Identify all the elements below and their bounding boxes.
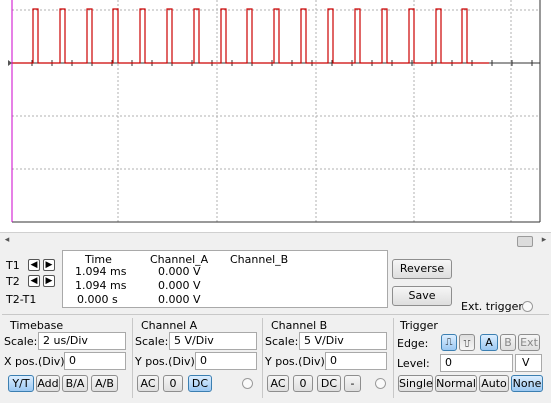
channel-b-title: Channel B — [271, 319, 328, 332]
trigger-auto-button[interactable]: Auto — [479, 375, 509, 392]
scope-graticule — [8, 0, 541, 223]
channel-a-zero-button[interactable]: 0 — [163, 375, 183, 392]
timebase-xpos-label: X pos.(Div): — [4, 355, 69, 368]
rising-edge-icon[interactable]: ⎍ — [441, 334, 457, 351]
channel-b-dc-button[interactable]: DC — [317, 375, 341, 392]
channel-b-scale-label: Scale: — [265, 335, 299, 348]
channel-b-minus-button[interactable]: - — [344, 375, 361, 392]
separator — [132, 318, 133, 398]
channel-b-scale-field[interactable]: 5 V/Div — [299, 332, 387, 350]
mode-yt-button[interactable]: Y/T — [8, 375, 34, 392]
channel-a-ac-button[interactable]: AC — [137, 375, 159, 392]
t1-right-arrow-icon[interactable]: ▶ — [43, 259, 55, 271]
oscilloscope-screen — [0, 0, 551, 232]
channel-b-radio[interactable] — [375, 378, 386, 389]
mode-a-over-b-button[interactable]: A/B — [91, 375, 118, 392]
t2-label: T2 — [6, 275, 20, 288]
trigger-source-a-button[interactable]: A — [480, 334, 498, 351]
scroll-thumb[interactable] — [517, 236, 533, 247]
panel-divider — [2, 314, 549, 315]
channel-b-ac-button[interactable]: AC — [267, 375, 289, 392]
ext-trigger-radio[interactable] — [522, 301, 533, 312]
t1-left-arrow-icon[interactable]: ◀ — [28, 259, 40, 271]
t2-right-arrow-icon[interactable]: ▶ — [43, 275, 55, 287]
scroll-left-icon[interactable]: ◂ — [2, 236, 12, 245]
timebase-title: Timebase — [10, 319, 64, 332]
t2-t1-time: 0.000 s — [77, 293, 118, 306]
t2-channel-a: 0.000 V — [158, 279, 201, 292]
timebase-scale-field[interactable]: 2 us/Div — [38, 332, 126, 350]
trigger-source-ext-button[interactable]: Ext — [518, 334, 540, 351]
separator — [393, 318, 394, 398]
t2-t1-label: T2-T1 — [6, 293, 37, 306]
trigger-level-field[interactable]: 0 — [440, 354, 513, 372]
t2-t1-channel-a: 0.000 V — [158, 293, 201, 306]
channel-b-ypos-field[interactable]: 0 — [325, 352, 387, 370]
trigger-none-button[interactable]: None — [511, 375, 543, 392]
channel-a-ypos-field[interactable]: 0 — [195, 352, 257, 370]
trigger-single-button[interactable]: Single — [398, 375, 433, 392]
channel-a-radio[interactable] — [242, 378, 253, 389]
separator — [262, 318, 263, 398]
channel-a-ypos-label: Y pos.(Div): — [135, 355, 199, 368]
t1-time: 1.094 ms — [75, 265, 127, 278]
channel-a-scale-field[interactable]: 5 V/Div — [169, 332, 257, 350]
mode-add-button[interactable]: Add — [36, 375, 60, 392]
cursor-readout-table: Time Channel_A Channel_B 1.094 ms 0.000 … — [62, 250, 388, 308]
horizontal-scrollbar[interactable]: ◂ ▸ — [0, 232, 551, 248]
trigger-normal-button[interactable]: Normal — [435, 375, 477, 392]
t2-left-arrow-icon[interactable]: ◀ — [28, 275, 40, 287]
save-button[interactable]: Save — [392, 286, 452, 306]
trigger-source-b-button[interactable]: B — [500, 334, 516, 351]
channel-b-ypos-label: Y pos.(Div): — [265, 355, 329, 368]
channel-a-trace — [12, 8, 489, 64]
trigger-title: Trigger — [400, 319, 438, 332]
t1-channel-a: 0.000 V — [158, 265, 201, 278]
timebase-scale-label: Scale: — [4, 335, 38, 348]
reverse-button[interactable]: Reverse — [392, 259, 452, 279]
channel-a-scale-label: Scale: — [135, 335, 169, 348]
t2-time: 1.094 ms — [75, 279, 127, 292]
header-channel-b: Channel_B — [230, 253, 289, 266]
trigger-level-label: Level: — [397, 357, 430, 370]
cursor-t1-marker — [8, 60, 12, 66]
timebase-xpos-field[interactable]: 0 — [64, 352, 126, 370]
channel-a-title: Channel A — [141, 319, 198, 332]
scroll-right-icon[interactable]: ▸ — [539, 236, 549, 245]
t1-label: T1 — [6, 259, 20, 272]
mode-b-over-a-button[interactable]: B/A — [62, 375, 88, 392]
channel-a-dc-button[interactable]: DC — [188, 375, 212, 392]
ext-trigger-label: Ext. trigger — [461, 300, 523, 313]
trigger-level-unit[interactable]: V — [515, 354, 542, 372]
falling-edge-icon[interactable]: ⎍ — [459, 334, 475, 351]
channel-b-zero-button[interactable]: 0 — [293, 375, 313, 392]
trigger-edge-label: Edge: — [397, 337, 429, 350]
